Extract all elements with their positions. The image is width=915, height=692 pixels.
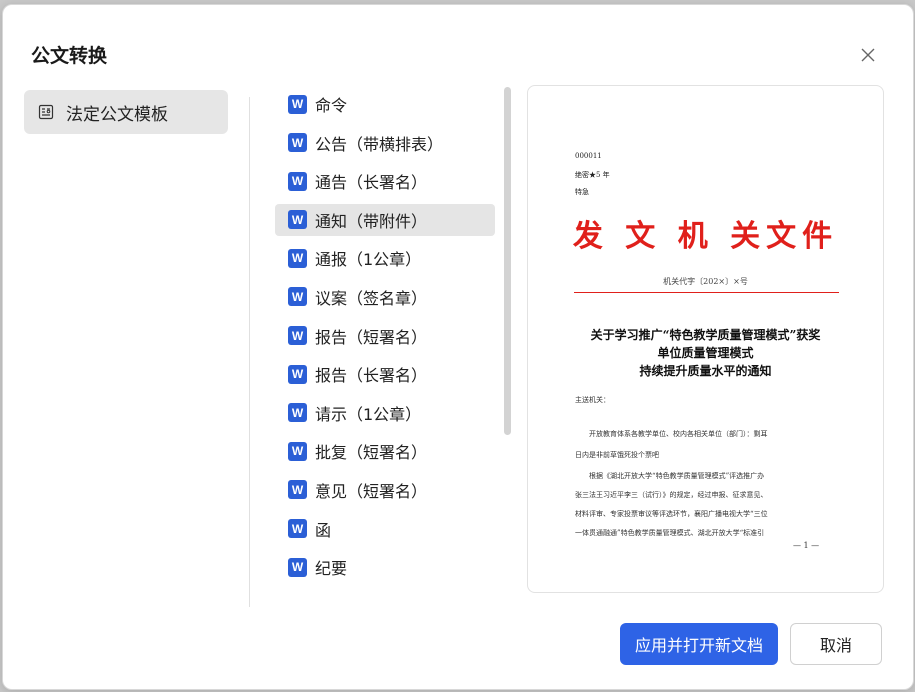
list-scrollbar[interactable] — [504, 87, 511, 435]
template-label: 命令 — [315, 96, 348, 115]
body-line: 开放教育体系各教学单位、校内各相关单位（部门）：剩耳 — [589, 430, 768, 438]
template-label: 纪要 — [315, 559, 348, 579]
template-item-announcement[interactable]: W 公告（带横排表） — [275, 127, 495, 159]
word-icon: W — [288, 519, 307, 539]
template-item-report-long[interactable]: W 报告（长署名） — [275, 358, 495, 390]
doc-number: 000011 — [575, 152, 602, 160]
template-label: 报告（短署名） — [315, 327, 428, 347]
template-label: 报告（长署名） — [315, 366, 428, 386]
word-icon: W — [288, 557, 307, 577]
sidebar-item-label: 法定公文模板 — [66, 104, 168, 125]
template-item-reply[interactable]: W 批复（短署名） — [275, 435, 495, 467]
body-line: 根据《湖北开放大学“特色教学质量管理模式”评选推广办 — [589, 472, 765, 480]
doc-title-line: 关于学习推广“特色教学质量管理模式”获奖 — [590, 328, 821, 342]
close-icon[interactable] — [856, 43, 880, 67]
template-label: 通告（长署名） — [315, 173, 428, 193]
cancel-button[interactable]: 取消 — [790, 623, 882, 665]
word-icon: W — [288, 326, 307, 346]
template-item-command[interactable]: W 命令 — [275, 88, 495, 120]
template-item-letter[interactable]: W函 — [275, 513, 495, 545]
recipient: 主送机关： — [575, 396, 610, 404]
sidebar-item-legal-templates[interactable]: 法定公文模板 — [24, 90, 228, 134]
preview-page: 000011 绝密★5 年 特急 发 文 机 关文件 机关代字〔202×〕×号 … — [528, 86, 883, 592]
word-icon: W — [288, 133, 307, 153]
word-icon: W — [288, 94, 307, 114]
template-label: 公告（带横排表） — [315, 134, 444, 154]
body-line: 日内是非前草饿死投个票吧 — [575, 451, 659, 459]
template-label: 通知（带附件） — [315, 211, 428, 231]
word-icon: W — [288, 441, 307, 461]
divider — [249, 97, 250, 607]
template-label: 通报（1公章） — [315, 250, 422, 270]
template-label: 请示（1公章） — [315, 404, 422, 424]
body-line: 张三法王习近平李三（试行）》的规定，经过申报、征求意见、 — [575, 491, 768, 499]
template-item-request[interactable]: W 请示（1公章） — [275, 397, 495, 429]
word-icon: W — [288, 210, 307, 230]
template-label: 议案（签名章） — [315, 288, 428, 308]
body-line: 材料评审、专家投票审议等评选环节，襄阳广播电视大学“三位 — [575, 510, 768, 518]
body-line: 一体贯通融通”特色教学质量管理模式、湖北开放大学“标准引 — [575, 529, 765, 537]
org-title: 发 文 机 关文件 — [572, 219, 839, 254]
word-icon: W — [288, 171, 307, 191]
word-icon: W — [288, 480, 307, 500]
template-item-report-short[interactable]: W 报告（短署名） — [275, 320, 495, 352]
urgency: 特急 — [575, 188, 589, 196]
template-icon — [38, 104, 54, 120]
dialog-title: 公文转换 — [31, 45, 108, 67]
template-item-bulletin[interactable]: W 通报（1公章） — [275, 242, 495, 274]
page-number: — 1 — — [793, 541, 820, 550]
template-list: W 命令 W 公告（带横排表） W 通告（长署名） W 通知（带附件） W 通报（1公章）… — [275, 88, 495, 590]
template-label: 函 — [315, 520, 332, 540]
word-icon: W — [288, 248, 307, 268]
document-preview: 000011 绝密★5 年 特急 发 文 机 关文件 机关代字〔202×〕×号 … — [527, 85, 884, 593]
secret-level: 绝密★5 年 — [575, 171, 610, 179]
apply-and-open-button[interactable]: 应用并打开新文档 — [620, 623, 778, 665]
word-icon: W — [288, 403, 307, 423]
doc-title-line: 单位质量管理模式 — [657, 346, 754, 360]
word-icon: W — [288, 287, 307, 307]
convert-dialog: 公文转换 法定公文模板 W 命令 W 公告（带横排表） W 通告（长署名） W 通知（带… — [2, 4, 914, 690]
template-label: 意见（短署名） — [315, 481, 428, 501]
template-item-motion[interactable]: W 议案（签名章） — [275, 281, 495, 313]
red-divider — [574, 292, 839, 293]
template-item-notice-public[interactable]: W 通告（长署名） — [275, 165, 495, 197]
template-item-opinion[interactable]: W 意见（短署名） — [275, 474, 495, 506]
word-icon: W — [288, 364, 307, 384]
template-item-notification[interactable]: W 通知（带附件） — [275, 203, 495, 236]
template-label: 批复（短署名） — [315, 443, 428, 463]
doc-title-line: 持续提升质量水平的通知 — [639, 364, 772, 378]
template-item-minutes[interactable]: W 纪要 — [275, 551, 495, 583]
issue-code: 机关代字〔202×〕×号 — [663, 277, 748, 286]
